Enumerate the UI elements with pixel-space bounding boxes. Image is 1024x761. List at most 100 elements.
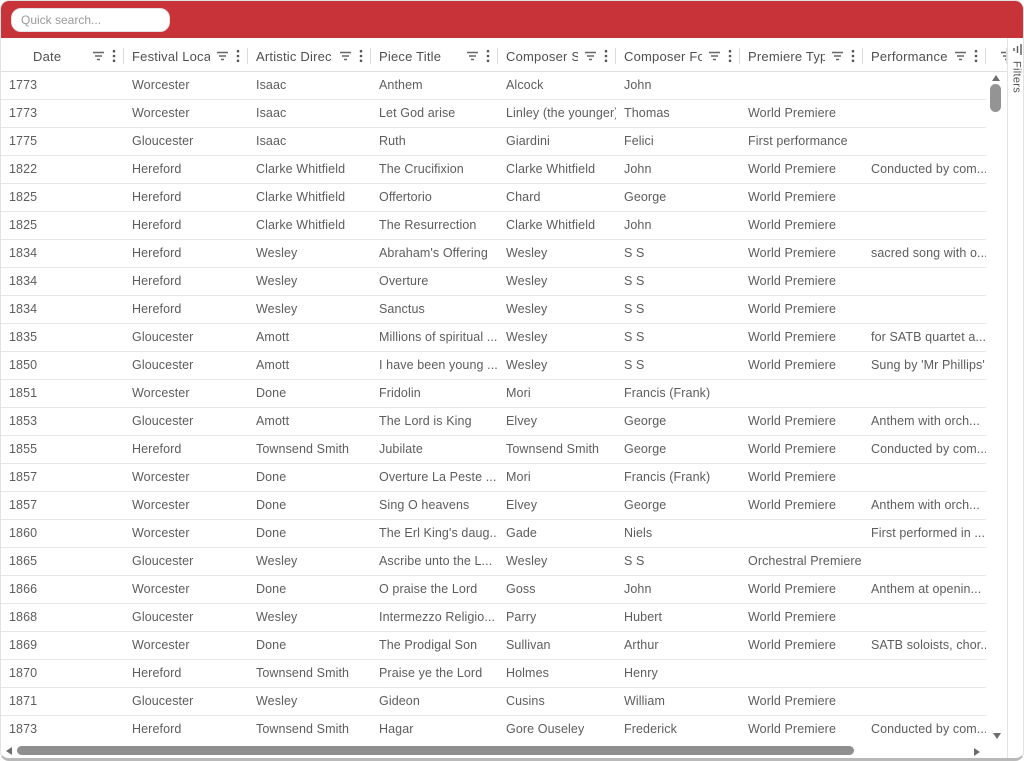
cell-date[interactable]: 1835 (1, 324, 124, 351)
cell-festival-location[interactable]: Hereford (124, 268, 248, 295)
horizontal-scrollbar[interactable] (1, 743, 986, 758)
cell-performance-notes[interactable]: SATB soloists, chor... (863, 632, 986, 659)
cell-composer-surname[interactable]: Elvey (498, 492, 616, 519)
cell-festival-location[interactable]: Worcester (124, 520, 248, 547)
cell-composer-surname[interactable]: Wesley (498, 352, 616, 379)
cell-premiere-type[interactable]: World Premiere (740, 408, 863, 435)
cell-date[interactable]: 1775 (1, 128, 124, 155)
cell-performance-notes[interactable]: Anthem at openin... (863, 576, 986, 603)
cell-piece-title[interactable]: Jubilate (371, 436, 498, 463)
cell-artistic-director[interactable]: Done (248, 380, 371, 407)
table-row[interactable]: 1835 Gloucester Amott Millions of spiritual… (1, 324, 986, 352)
cell-artistic-director[interactable]: Wesley (248, 604, 371, 631)
column-menu-icon[interactable] (604, 49, 608, 63)
cell-festival-location[interactable]: Gloucester (124, 408, 248, 435)
cell-performance-notes[interactable] (863, 548, 986, 575)
cell-date[interactable]: 1825 (1, 184, 124, 211)
cell-piece-title[interactable]: The Resurrection (371, 212, 498, 239)
cell-composer-forename[interactable]: Felici (616, 128, 740, 155)
cell-premiere-type[interactable]: World Premiere (740, 604, 863, 631)
cell-artistic-director[interactable]: Townsend Smith (248, 660, 371, 687)
cell-premiere-type[interactable]: World Premiere (740, 296, 863, 323)
cell-festival-location[interactable]: Worcester (124, 492, 248, 519)
cell-composer-surname[interactable]: Gore Ouseley (498, 716, 616, 743)
cell-festival-location[interactable]: Hereford (124, 184, 248, 211)
cell-date[interactable]: 1773 (1, 72, 124, 99)
cell-premiere-type[interactable]: World Premiere (740, 632, 863, 659)
cell-artistic-director[interactable]: Townsend Smith (248, 716, 371, 743)
cell-composer-surname[interactable]: Townsend Smith (498, 436, 616, 463)
column-header-date[interactable]: Date (1, 41, 124, 71)
cell-premiere-type[interactable]: World Premiere (740, 268, 863, 295)
cell-piece-title[interactable]: Let God arise (371, 100, 498, 127)
cell-piece-title[interactable]: Fridolin (371, 380, 498, 407)
column-menu-icon[interactable] (851, 49, 855, 63)
cell-festival-location[interactable]: Hereford (124, 436, 248, 463)
cell-artistic-director[interactable]: Isaac (248, 72, 371, 99)
cell-date[interactable]: 1860 (1, 520, 124, 547)
filter-icon[interactable] (1000, 50, 1007, 62)
cell-composer-surname[interactable]: Clarke Whitfield (498, 212, 616, 239)
cell-composer-surname[interactable]: Holmes (498, 660, 616, 687)
filter-icon[interactable] (466, 50, 479, 62)
cell-artistic-director[interactable]: Wesley (248, 240, 371, 267)
cell-artistic-director[interactable]: Amott (248, 352, 371, 379)
cell-date[interactable]: 1773 (1, 100, 124, 127)
cell-composer-forename[interactable]: Francis (Frank) (616, 380, 740, 407)
cell-composer-forename[interactable]: S S (616, 268, 740, 295)
cell-piece-title[interactable]: Overture La Peste ... (371, 464, 498, 491)
cell-piece-title[interactable]: Sanctus (371, 296, 498, 323)
cell-piece-title[interactable]: The Prodigal Son (371, 632, 498, 659)
cell-artistic-director[interactable]: Done (248, 520, 371, 547)
cell-premiere-type[interactable] (740, 520, 863, 547)
cell-premiere-type[interactable]: World Premiere (740, 240, 863, 267)
cell-composer-surname[interactable]: Wesley (498, 324, 616, 351)
cell-date[interactable]: 1871 (1, 688, 124, 715)
cell-performance-notes[interactable]: Conducted by com... (863, 436, 986, 463)
cell-composer-forename[interactable]: John (616, 576, 740, 603)
cell-premiere-type[interactable]: World Premiere (740, 184, 863, 211)
cell-festival-location[interactable]: Gloucester (124, 352, 248, 379)
cell-piece-title[interactable]: Anthem (371, 72, 498, 99)
table-row[interactable]: 1860 Worcester Done The Erl King's daug... G… (1, 520, 986, 548)
cell-composer-forename[interactable]: Hubert (616, 604, 740, 631)
cell-composer-forename[interactable]: S S (616, 240, 740, 267)
cell-performance-notes[interactable]: Sung by 'Mr Phillips' (863, 352, 986, 379)
cell-composer-forename[interactable]: George (616, 408, 740, 435)
cell-premiere-type[interactable] (740, 72, 863, 99)
cell-composer-surname[interactable]: Wesley (498, 268, 616, 295)
cell-performance-notes[interactable]: First performed in ... (863, 520, 986, 547)
cell-artistic-director[interactable]: Amott (248, 324, 371, 351)
cell-piece-title[interactable]: Abraham's Offering (371, 240, 498, 267)
cell-date[interactable]: 1855 (1, 436, 124, 463)
cell-date[interactable]: 1866 (1, 576, 124, 603)
cell-composer-forename[interactable]: George (616, 184, 740, 211)
table-row[interactable]: 1866 Worcester Done O praise the Lord Goss Jo… (1, 576, 986, 604)
cell-composer-forename[interactable]: Francis (Frank) (616, 464, 740, 491)
cell-festival-location[interactable]: Gloucester (124, 604, 248, 631)
column-header-artistic-director[interactable]: Artistic Direc... (248, 41, 371, 71)
cell-artistic-director[interactable]: Isaac (248, 128, 371, 155)
cell-festival-location[interactable]: Gloucester (124, 128, 248, 155)
cell-festival-location[interactable]: Worcester (124, 72, 248, 99)
table-row[interactable]: 1871 Gloucester Wesley Gideon Cusins William W… (1, 688, 986, 716)
cell-artistic-director[interactable]: Wesley (248, 296, 371, 323)
table-row[interactable]: 1868 Gloucester Wesley Intermezzo Religio..… (1, 604, 986, 632)
cell-premiere-type[interactable]: World Premiere (740, 436, 863, 463)
cell-composer-forename[interactable]: John (616, 72, 740, 99)
cell-artistic-director[interactable]: Amott (248, 408, 371, 435)
cell-festival-location[interactable]: Worcester (124, 380, 248, 407)
cell-composer-forename[interactable]: Henry (616, 660, 740, 687)
cell-piece-title[interactable]: The Erl King's daug... (371, 520, 498, 547)
column-header-piece-title[interactable]: Piece Title (371, 41, 498, 71)
cell-composer-surname[interactable]: Mori (498, 464, 616, 491)
cell-artistic-director[interactable]: Done (248, 464, 371, 491)
cell-performance-notes[interactable] (863, 72, 986, 99)
cell-performance-notes[interactable] (863, 212, 986, 239)
cell-composer-surname[interactable]: Sullivan (498, 632, 616, 659)
table-row[interactable]: 1773 Worcester Isaac Anthem Alcock John (1, 72, 986, 100)
cell-date[interactable]: 1853 (1, 408, 124, 435)
column-header-festival-location[interactable]: Festival Loca... (124, 41, 248, 71)
cell-performance-notes[interactable] (863, 268, 986, 295)
cell-premiere-type[interactable]: World Premiere (740, 716, 863, 743)
